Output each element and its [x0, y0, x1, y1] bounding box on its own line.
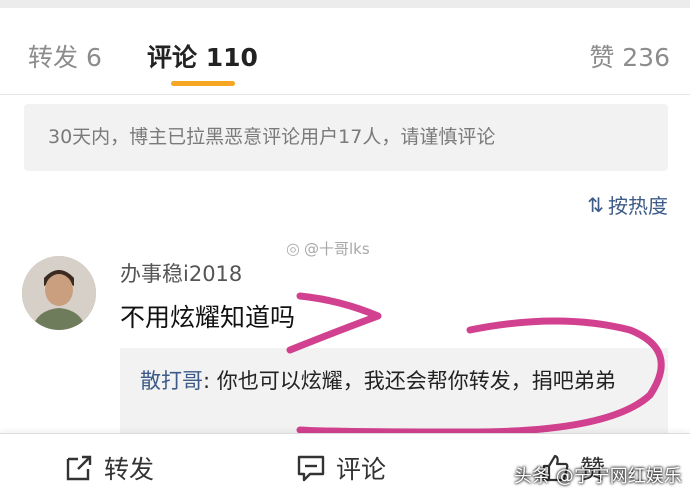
tab-bar: 转发 6 评论 110 赞 236 — [0, 8, 690, 95]
sort-icon: ⇅ — [587, 192, 604, 217]
blocked-users-notice: 30天内，博主已拉黑恶意评论用户17人，请谨慎评论 — [24, 104, 668, 171]
repost-icon — [66, 455, 92, 481]
comment-button[interactable]: 评论 — [296, 450, 386, 486]
tab-comment[interactable]: 评论 110 — [147, 38, 258, 74]
repost-label: 转发 — [104, 455, 155, 484]
tab-like[interactable]: 赞 236 — [589, 38, 670, 74]
watermark-text: @十哥lks — [303, 240, 370, 258]
comment-username[interactable]: 办事稳i2018 — [120, 258, 242, 288]
reply-box[interactable]: 散打哥: 你也可以炫耀，我还会帮你转发，捐吧弟弟 — [120, 348, 668, 434]
comment-icon — [297, 455, 325, 482]
top-strip — [0, 0, 690, 8]
repost-button[interactable]: 转发 — [64, 450, 154, 486]
reply-username[interactable]: 散打哥 — [140, 369, 203, 393]
reply-text: : 你也可以炫耀，我还会帮你转发，捐吧弟弟 — [203, 369, 616, 393]
comment-label: 评论 — [336, 455, 387, 484]
active-tab-indicator — [171, 81, 235, 86]
tab-repost[interactable]: 转发 6 — [28, 38, 102, 74]
sort-label: 按热度 — [608, 194, 668, 218]
sort-button[interactable]: ⇅ 按热度 — [587, 190, 668, 219]
weibo-watermark: ◎ @十哥lks — [286, 238, 370, 259]
source-watermark: 头条 @宁宁网红娱乐 — [514, 466, 682, 487]
weibo-logo-icon: ◎ — [286, 239, 300, 258]
avatar[interactable] — [22, 256, 96, 330]
comment-text: 不用炫耀知道吗 — [120, 303, 296, 332]
